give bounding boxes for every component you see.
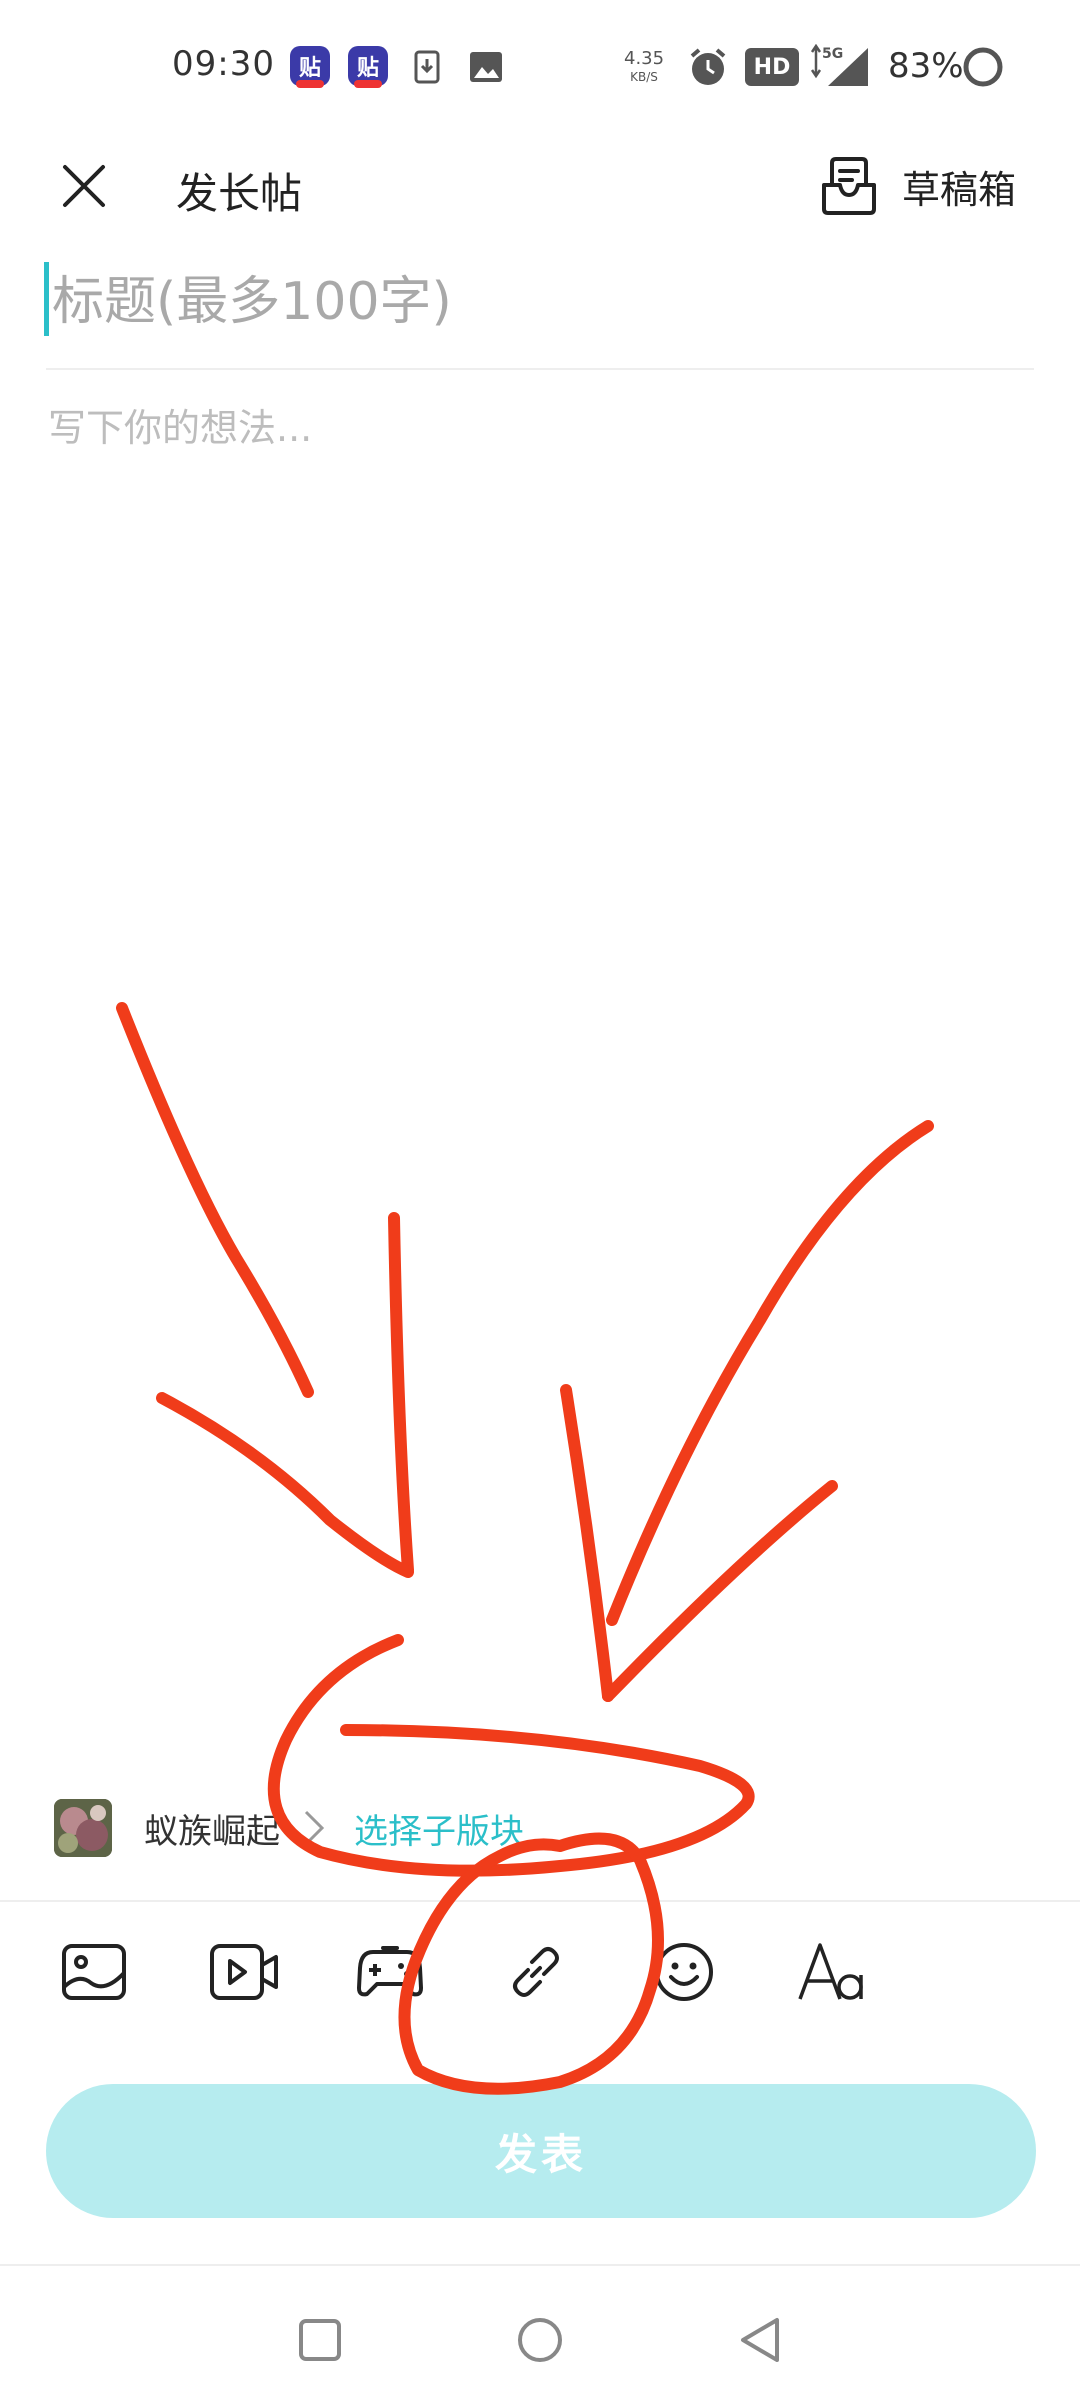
drafts-button[interactable]: 草稿箱	[820, 144, 1060, 228]
insert-link-button[interactable]	[496, 1932, 576, 2012]
drafts-label: 草稿箱	[902, 167, 1017, 212]
text-format-button[interactable]	[792, 1932, 872, 2012]
page-title: 发长帖	[176, 169, 303, 218]
forum-avatar	[54, 1799, 112, 1857]
home-button[interactable]	[510, 2310, 570, 2370]
insert-game-button[interactable]	[350, 1932, 430, 2012]
tieba-app-icon: 贴	[348, 46, 388, 88]
system-nav-bar	[0, 2264, 1080, 2400]
net-speed: 4.35 KB/S	[624, 48, 665, 85]
triangle-back-icon	[741, 2318, 779, 2362]
forum-name: 蚁族崛起	[144, 1811, 280, 1852]
insert-image-button[interactable]	[54, 1932, 134, 2012]
body-input[interactable]	[48, 400, 1032, 1760]
square-icon	[299, 2319, 341, 2361]
tieba-app-icon: 贴	[290, 46, 330, 88]
game-controller-icon	[357, 1946, 423, 1997]
circle-icon	[518, 2318, 562, 2362]
status-time: 09:30	[172, 44, 275, 84]
close-button[interactable]	[48, 150, 120, 222]
recent-apps-button[interactable]	[290, 2310, 350, 2370]
title-divider	[46, 368, 1034, 370]
network-type-label: 5G	[822, 46, 843, 62]
title-input[interactable]	[48, 256, 1032, 348]
hd-badge: HD	[745, 48, 799, 86]
back-button[interactable]	[730, 2310, 790, 2370]
close-icon	[63, 165, 105, 207]
image-icon	[62, 1944, 126, 2000]
chevron-right-icon	[304, 1810, 325, 1846]
header: 发长帖 草稿箱	[0, 130, 1080, 240]
battery-percent: 83%	[888, 46, 964, 86]
drafts-box-icon	[822, 157, 876, 215]
video-icon	[210, 1944, 278, 2000]
editor-toolbar	[0, 1902, 1080, 2042]
forum-selector-row: 蚁族崛起 选择子版块	[54, 1796, 524, 1860]
alarm-icon	[690, 48, 726, 85]
status-bar: 09:30 贴 贴 4.35 KB/S HD 5G 83%	[0, 0, 1080, 130]
emoji-icon	[655, 1943, 713, 2001]
battery-ring-icon	[963, 47, 1003, 87]
download-icon	[414, 50, 440, 84]
signal-icon: 5G	[810, 44, 868, 86]
insert-emoji-button[interactable]	[644, 1932, 724, 2012]
publish-button[interactable]: 发表	[46, 2084, 1036, 2218]
link-icon	[513, 1947, 559, 1997]
select-sub-forum-button[interactable]: 选择子版块	[354, 1804, 524, 1853]
gallery-icon	[470, 52, 502, 82]
text-format-icon	[798, 1943, 863, 2000]
insert-video-button[interactable]	[204, 1932, 284, 2012]
